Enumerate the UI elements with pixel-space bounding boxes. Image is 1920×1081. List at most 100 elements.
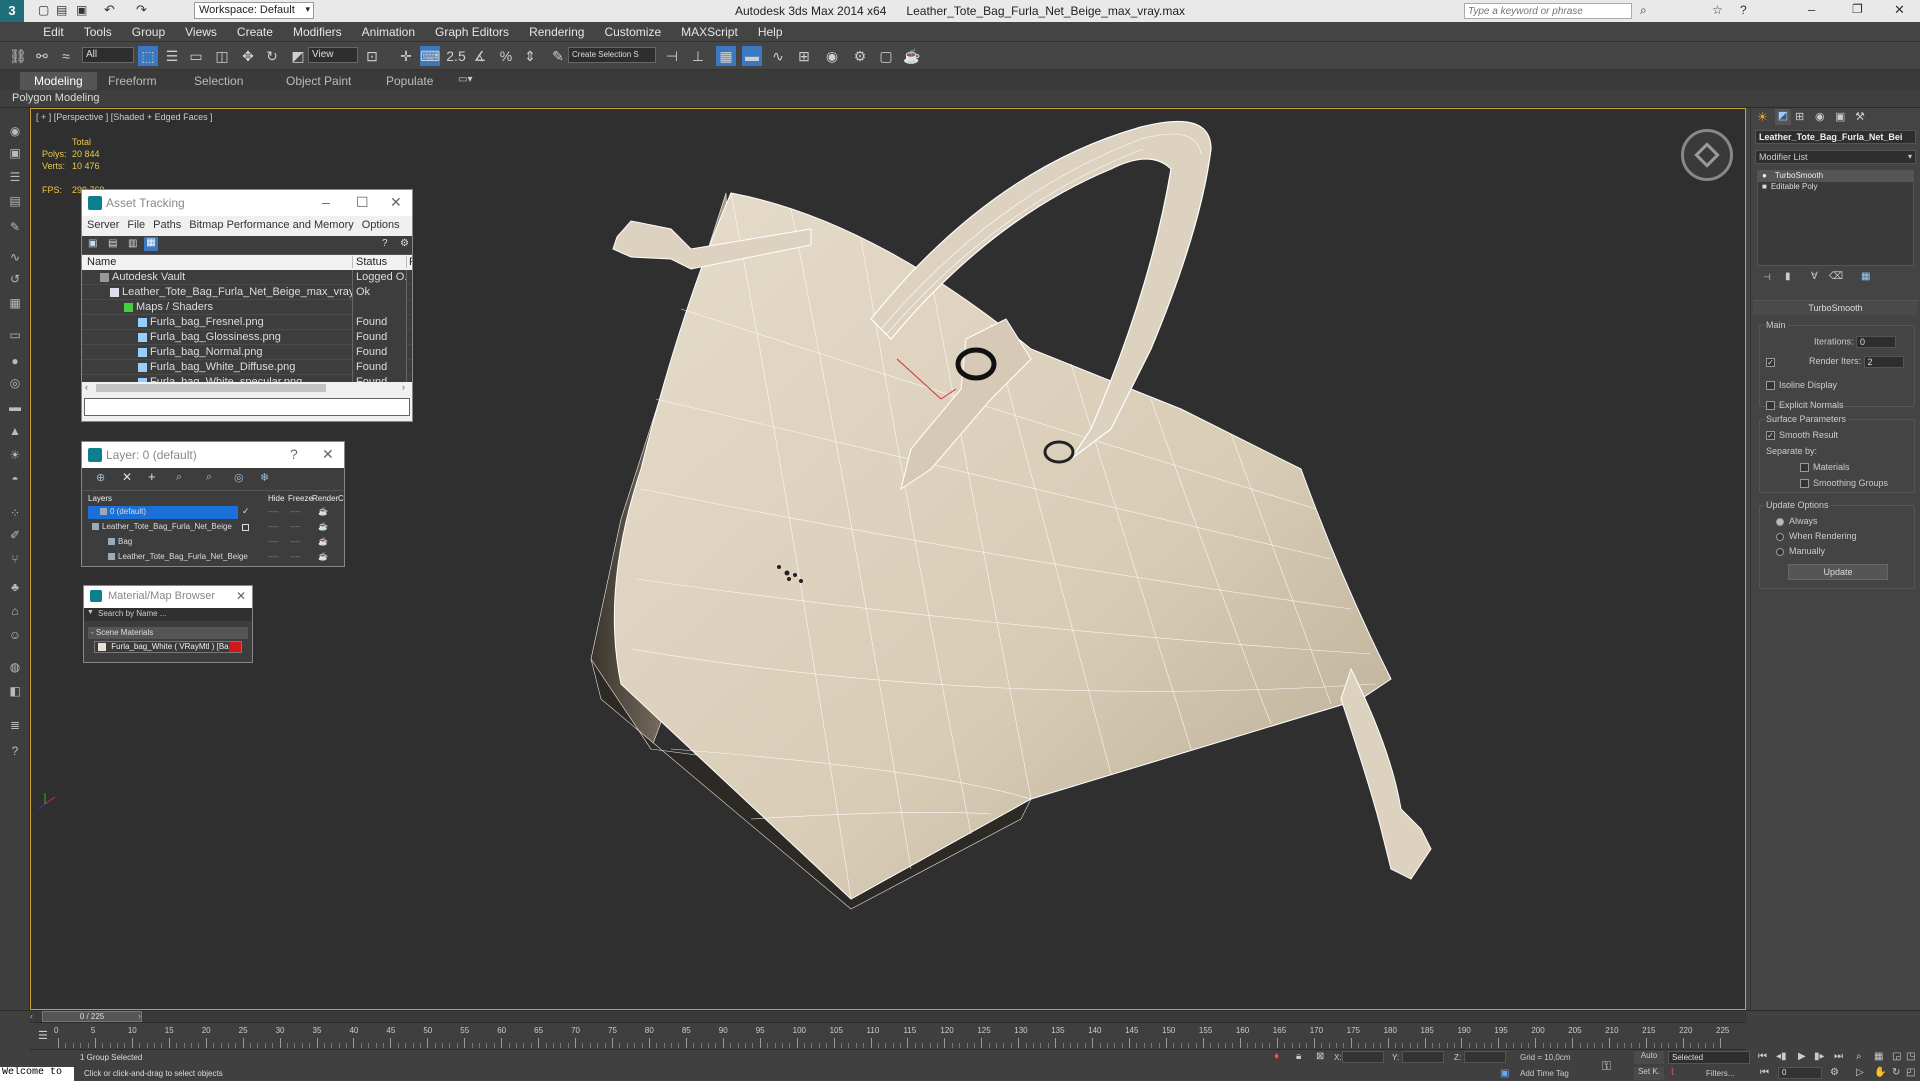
save-icon[interactable]: ▣ xyxy=(76,3,87,17)
ribbon-tab-selection[interactable]: Selection xyxy=(180,72,257,90)
rendered-frame-icon[interactable]: ▢ xyxy=(876,46,896,66)
snap-icon[interactable]: 2.5 xyxy=(446,46,466,66)
key-filter-dropdown[interactable]: Selected xyxy=(1668,1051,1750,1064)
move-icon[interactable]: ✥ xyxy=(238,46,258,66)
tree-icon[interactable]: ♣ xyxy=(6,578,24,596)
minimize-icon[interactable]: – xyxy=(1808,2,1815,17)
render-teapot-icon[interactable]: ☕ xyxy=(318,537,328,546)
menu-item-customize[interactable]: Customize xyxy=(594,22,671,39)
undo-icon[interactable]: ↶ xyxy=(104,2,115,18)
align-icon[interactable]: ⊥ xyxy=(688,46,708,66)
select-manipulate-icon[interactable]: ✛ xyxy=(396,46,416,66)
box-icon[interactable]: ▭ xyxy=(6,326,24,344)
particle-icon[interactable]: ⁘ xyxy=(6,504,24,522)
rect-selection-icon[interactable]: ▭ xyxy=(186,46,206,66)
remove-modifier-icon[interactable]: ⌫ xyxy=(1829,271,1843,282)
maximize-viewport-icon[interactable]: ◳ xyxy=(1906,1051,1915,1062)
sphere-icon[interactable]: ● xyxy=(6,352,24,370)
render-icon[interactable]: ▣ xyxy=(6,144,24,162)
key-filters-button[interactable]: Filters... xyxy=(1706,1069,1734,1078)
render-teapot-icon[interactable]: ☕ xyxy=(318,552,328,561)
layer-flag[interactable]: ---- xyxy=(290,522,301,531)
ref-coord-dropdown[interactable]: View xyxy=(308,47,358,63)
search-input[interactable] xyxy=(1464,3,1632,19)
cone-icon[interactable]: ▲ xyxy=(6,422,24,440)
utilities-tab-icon[interactable]: ⚒ xyxy=(1855,110,1865,123)
render-iters-spinner[interactable]: 2 xyxy=(1863,356,1904,368)
paint-icon[interactable]: ✎ xyxy=(6,218,24,236)
welcome-field[interactable]: Welcome to xyxy=(0,1067,74,1081)
brush-icon[interactable]: ✐ xyxy=(6,526,24,544)
angle-snap-icon[interactable]: ∡ xyxy=(470,46,490,66)
isolate-icon[interactable]: ♦ xyxy=(1274,1051,1279,1062)
delete-layer-icon[interactable]: ✕ xyxy=(122,470,132,484)
always-radio[interactable] xyxy=(1776,517,1784,526)
render-teapot-icon[interactable]: ☕ xyxy=(318,507,328,516)
window-crossing-icon[interactable]: ◫ xyxy=(212,46,232,66)
scene-materials-section[interactable]: - Scene Materials xyxy=(88,627,248,639)
isoline-checkbox[interactable] xyxy=(1766,381,1775,391)
asset-path-field[interactable] xyxy=(84,398,410,416)
asset-row[interactable]: Furla_bag_Normal.png Found xyxy=(82,345,412,360)
menu-item-edit[interactable]: Edit xyxy=(33,22,74,39)
field-of-view-icon[interactable]: ▷ xyxy=(1856,1067,1864,1078)
freeze-all-icon[interactable]: ❄ xyxy=(260,471,269,484)
explicit-normals-checkbox[interactable] xyxy=(1766,401,1775,411)
face-icon[interactable]: ☺ xyxy=(6,626,24,644)
layer-row[interactable]: Bag ---- ---- ☕ xyxy=(82,535,344,550)
table-view-icon[interactable]: ▦ xyxy=(144,237,158,251)
stack-item-turbosmooth[interactable]: ● TurboSmooth xyxy=(1758,171,1913,182)
asset-row[interactable]: Furla_bag_Fresnel.png Found xyxy=(82,315,412,330)
col-name-header[interactable]: Name xyxy=(87,256,116,268)
time-slider-thumb[interactable]: 0 / 225 xyxy=(42,1011,142,1022)
menu-item-maxscript[interactable]: MAXScript xyxy=(671,22,748,39)
detail-view-icon[interactable]: ▥ xyxy=(128,238,137,249)
add-to-layer-icon[interactable]: + xyxy=(148,469,156,484)
minimize-icon[interactable]: – xyxy=(322,194,330,210)
help-icon[interactable]: ? xyxy=(1740,3,1747,17)
key-mode-icon[interactable]: ⏮ xyxy=(1760,1067,1769,1078)
wave-icon[interactable]: ∿ xyxy=(6,248,24,266)
layer-row[interactable]: 0 (default) ✓ ---- ---- ☕ xyxy=(82,505,344,520)
asset-row[interactable]: Furla_bag_Glossiness.png Found xyxy=(82,330,412,345)
scroll-thumb[interactable] xyxy=(96,384,326,392)
stack-item-editable-poly[interactable]: ■ Editable Poly xyxy=(1758,182,1913,193)
menu-item-help[interactable]: Help xyxy=(748,22,793,39)
edit-named-sel-icon[interactable]: ✎ xyxy=(548,46,568,66)
link-icon[interactable]: ⛓ xyxy=(8,46,28,66)
material-editor-icon[interactable]: ◉ xyxy=(822,46,842,66)
orbit-icon[interactable]: ↻ xyxy=(1892,1067,1900,1078)
render-setup-icon[interactable]: ⚙ xyxy=(850,46,870,66)
layers-icon[interactable]: ☰ xyxy=(6,168,24,186)
asset-menu-options[interactable]: Options xyxy=(362,219,400,231)
spinner-snap-icon[interactable]: ⇕ xyxy=(520,46,540,66)
menu-item-views[interactable]: Views xyxy=(175,22,227,39)
refresh-icon[interactable]: ▣ xyxy=(88,238,97,249)
mirror-icon[interactable]: ⊣ xyxy=(662,46,682,66)
dome-icon[interactable]: ◓ xyxy=(6,470,24,488)
iterations-spinner[interactable]: 0 xyxy=(1856,336,1897,348)
zoom-icon[interactable]: ⌕ xyxy=(1856,1051,1862,1062)
asset-menu-paths[interactable]: Paths xyxy=(153,219,181,231)
app-logo-icon[interactable]: 3 xyxy=(0,0,24,22)
layer-flag[interactable]: ---- xyxy=(290,537,301,546)
schematic-view-icon[interactable]: ⊞ xyxy=(794,46,814,66)
ribbon-toggle-icon[interactable]: ▬ xyxy=(742,46,762,66)
redo-icon[interactable]: ↷ xyxy=(136,2,147,18)
menu-item-animation[interactable]: Animation xyxy=(352,22,425,39)
close-icon[interactable]: ✕ xyxy=(236,589,246,603)
asset-hscrollbar[interactable]: ‹ › xyxy=(82,382,412,394)
selection-filter-dropdown[interactable]: All xyxy=(82,47,134,63)
bind-space-warp-icon[interactable]: ≈ xyxy=(56,46,76,66)
close-icon[interactable]: ✕ xyxy=(1894,2,1905,18)
globe-icon[interactable]: ◍ xyxy=(6,658,24,676)
add-selection-icon[interactable] xyxy=(242,524,249,531)
menu-item-graph-editors[interactable]: Graph Editors xyxy=(425,22,519,39)
binoculars-icon[interactable]: ⌕ xyxy=(1640,3,1647,18)
z-coord-field[interactable] xyxy=(1464,1051,1506,1063)
show-end-result-icon[interactable]: ▮ xyxy=(1785,271,1791,282)
hide-all-icon[interactable]: ◎ xyxy=(234,471,244,484)
zoom-extents-icon[interactable]: ◲ xyxy=(1892,1051,1901,1062)
layer-col-c[interactable]: C xyxy=(338,494,344,503)
ribbon-tab-populate[interactable]: Populate xyxy=(372,72,447,90)
